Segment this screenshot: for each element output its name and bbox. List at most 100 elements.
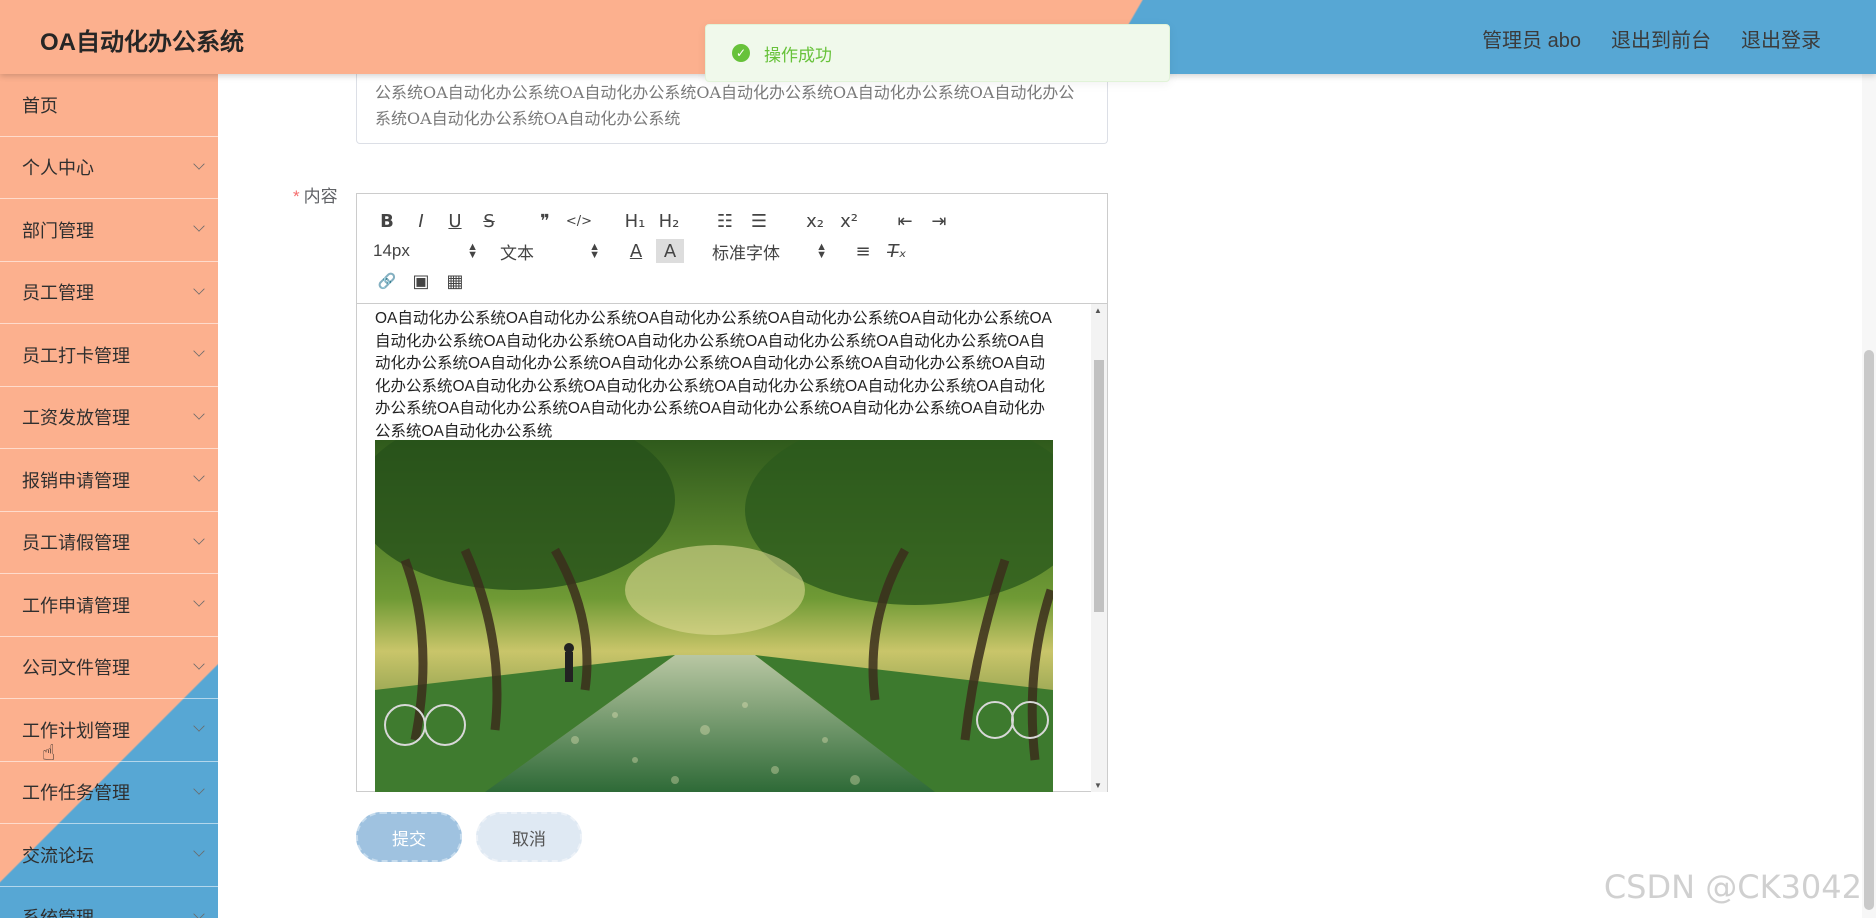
editor-content-area[interactable]: OA自动化办公系统OA自动化办公系统OA自动化办公系统OA自动化办公系统OA自动… (357, 304, 1107, 792)
code-block-button[interactable]: </> (565, 209, 593, 233)
sidebar-item-work-plan[interactable]: 工作计划管理 (0, 699, 218, 762)
select-arrows-icon: ▲ ▼ (816, 241, 827, 261)
content-label-text: 内容 (303, 187, 338, 206)
exit-to-front-link[interactable]: 退出到前台 (1611, 24, 1711, 53)
strike-button[interactable]: S (475, 209, 503, 233)
sidebar-item-label: 首页 (22, 95, 58, 116)
font-family-value: 标准字体 (712, 243, 780, 263)
outdent-button[interactable]: ⇤ (891, 209, 919, 233)
logout-link[interactable]: 退出登录 (1741, 24, 1821, 53)
editor-scroll-thumb[interactable] (1094, 360, 1104, 612)
cancel-button[interactable]: 取消 (476, 812, 582, 862)
page-scroll-thumb[interactable] (1864, 350, 1874, 910)
toast-message: 操作成功 (764, 45, 832, 65)
sidebar-item-home[interactable]: 首页 (0, 74, 218, 137)
sidebar-item-reimbursement[interactable]: 报销申请管理 (0, 449, 218, 512)
sidebar-item-label: 工作任务管理 (22, 783, 130, 804)
chevron-down-icon (193, 345, 205, 357)
main-content: 公系统OA自动化办公系统OA自动化办公系统OA自动化办公系统OA自动化办公系统O… (218, 74, 1876, 918)
chevron-down-icon (193, 657, 205, 670)
header-actions: 管理员 abo 退出到前台 退出登录 (1482, 24, 1821, 53)
summary-textarea[interactable]: 公系统OA自动化办公系统OA自动化办公系统OA自动化办公系统OA自动化办公系统O… (356, 74, 1108, 144)
sidebar-item-label: 公司文件管理 (22, 658, 130, 679)
editor-text: OA自动化办公系统OA自动化办公系统OA自动化办公系统OA自动化办公系统OA自动… (375, 310, 1052, 440)
chevron-down-icon (193, 532, 205, 545)
sidebar-item-label: 报销申请管理 (22, 470, 130, 491)
sidebar-item-attendance[interactable]: 员工打卡管理 (0, 324, 218, 387)
editor-scrollbar[interactable]: ▲ ▼ (1091, 304, 1107, 792)
italic-button[interactable]: I (407, 209, 435, 233)
blockquote-button[interactable]: ❞ (531, 209, 559, 233)
font-color-button[interactable]: A (622, 239, 650, 263)
success-toast: ✓ 操作成功 (705, 24, 1170, 82)
chevron-down-icon (193, 595, 205, 607)
image-icon[interactable]: ▣ (407, 269, 435, 293)
required-mark: * (293, 187, 300, 206)
chevron-down-icon (193, 157, 205, 170)
content-field-label: * 内容 (293, 182, 338, 207)
sidebar-item-work-application[interactable]: 工作申请管理 (0, 574, 218, 637)
app-title: OA自动化办公系统 (40, 29, 244, 56)
sidebar-item-label: 工资发放管理 (22, 408, 130, 429)
check-circle-icon: ✓ (732, 44, 750, 62)
clean-format-button[interactable]: T̶ₓ (883, 239, 911, 263)
sidebar-item-label: 个人中心 (22, 158, 94, 179)
chevron-down-icon (193, 220, 205, 232)
chevron-down-icon (193, 782, 205, 795)
page-scrollbar[interactable] (1862, 74, 1876, 918)
sidebar-item-label: 交流论坛 (22, 845, 94, 866)
editor-toolbar: B I U S ❞ </> H₁ H₂ ☷ ☰ x₂ x² ⇤ ⇥ 14px ▲… (357, 194, 1107, 304)
submit-button[interactable]: 提交 (356, 812, 462, 862)
link-icon[interactable]: 🔗 (373, 269, 401, 293)
sidebar-item-leave[interactable]: 员工请假管理 (0, 512, 218, 574)
font-size-value: 14px (373, 241, 410, 260)
sidebar-item-label: 部门管理 (22, 220, 94, 241)
hand-cursor-icon: ☝ (42, 740, 56, 765)
chevron-down-icon (193, 845, 205, 857)
h1-button[interactable]: H₁ (621, 209, 649, 233)
tree-lined-road-image (375, 440, 1053, 792)
rich-text-editor: B I U S ❞ </> H₁ H₂ ☷ ☰ x₂ x² ⇤ ⇥ 14px ▲… (356, 193, 1108, 792)
current-user-label: 管理员 abo (1482, 30, 1581, 52)
bold-button[interactable]: B (373, 209, 401, 233)
chevron-down-icon (193, 282, 205, 295)
font-size-select[interactable]: 14px ▲ ▼ (373, 239, 478, 263)
header-select-value: 文本 (500, 243, 534, 263)
sidebar-item-system[interactable]: 系统管理 (0, 887, 218, 918)
align-button[interactable]: ≡ (849, 239, 877, 263)
video-icon[interactable]: ▦ (441, 269, 469, 293)
sidebar-item-label: 员工打卡管理 (22, 345, 130, 366)
sidebar-item-label: 工作计划管理 (22, 720, 130, 741)
subscript-button[interactable]: x₂ (801, 209, 829, 233)
chevron-down-icon (193, 470, 205, 482)
sidebar-item-work-task[interactable]: 工作任务管理 (0, 762, 218, 824)
sidebar-item-salary[interactable]: 工资发放管理 (0, 387, 218, 449)
scroll-up-icon[interactable]: ▲ (1094, 306, 1102, 315)
ordered-list-button[interactable]: ☷ (711, 209, 739, 233)
scroll-down-icon[interactable]: ▼ (1094, 781, 1102, 790)
sidebar-item-label: 工作申请管理 (22, 595, 130, 616)
font-family-select[interactable]: 标准字体 ▲ ▼ (712, 239, 827, 263)
watermark: CSDN @CK3042 (1603, 868, 1862, 906)
road-photo-graphic (375, 440, 1053, 792)
indent-button[interactable]: ⇥ (925, 209, 953, 233)
superscript-button[interactable]: x² (835, 209, 863, 233)
chevron-down-icon (193, 907, 205, 918)
underline-button[interactable]: U (441, 209, 469, 233)
select-arrows-icon: ▲ ▼ (589, 241, 600, 261)
header-select[interactable]: 文本 ▲ ▼ (500, 239, 600, 263)
sidebar-item-label: 系统管理 (22, 904, 94, 918)
chevron-down-icon (193, 407, 205, 420)
background-color-button[interactable]: A (656, 239, 684, 263)
sidebar-item-forum[interactable]: 交流论坛 (0, 824, 218, 887)
bullet-list-button[interactable]: ☰ (745, 209, 773, 233)
sidebar-menu: 首页 个人中心 部门管理 员工管理 员工打卡管理 工资发放管理 报销申请管理 员… (0, 74, 218, 918)
chevron-down-icon (193, 720, 205, 732)
sidebar-item-personal-center[interactable]: 个人中心 (0, 137, 218, 199)
h2-button[interactable]: H₂ (655, 209, 683, 233)
sidebar-item-company-files[interactable]: 公司文件管理 (0, 637, 218, 699)
sidebar-item-employee[interactable]: 员工管理 (0, 262, 218, 324)
select-arrows-icon: ▲ ▼ (467, 241, 478, 261)
sidebar-item-department[interactable]: 部门管理 (0, 199, 218, 262)
sidebar-item-label: 员工管理 (22, 283, 94, 304)
